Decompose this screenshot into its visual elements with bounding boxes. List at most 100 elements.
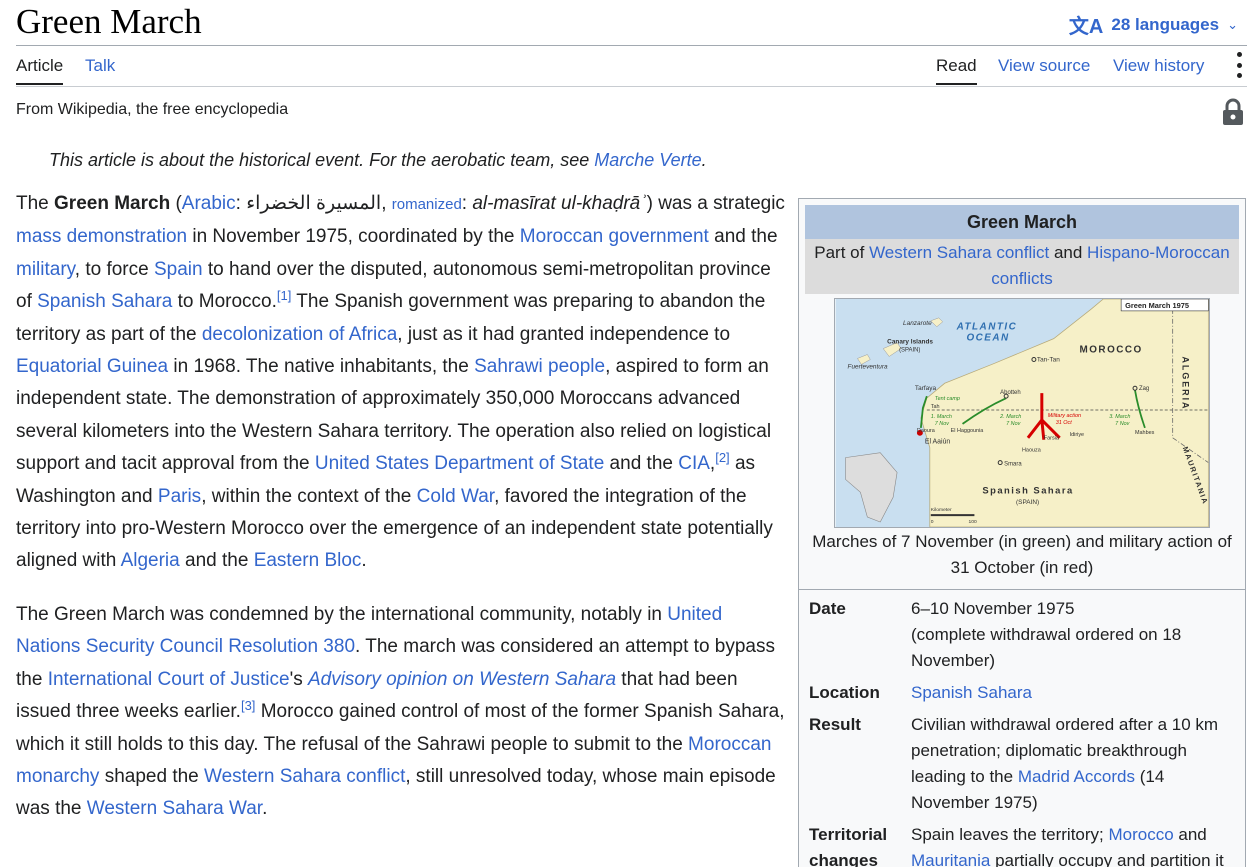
algeria-link[interactable]: Algeria xyxy=(121,550,180,571)
location-link[interactable]: Spanish Sahara xyxy=(911,683,1032,702)
western-sahara-war-link[interactable]: Western Sahara War xyxy=(87,798,262,819)
paragraph-1: The Green March (Arabic: المسيرة الخضراء… xyxy=(16,193,785,572)
marche-verte-link[interactable]: Marche Verte xyxy=(594,150,701,170)
map-haouza: Haouza xyxy=(1022,448,1042,454)
map-km-100: 100 xyxy=(968,519,976,525)
moroccan-government-link[interactable]: Moroccan government xyxy=(520,226,709,247)
map-tah: Tah xyxy=(931,404,940,410)
lock-icon[interactable] xyxy=(1222,98,1244,126)
mauritania-link[interactable]: Mauritania xyxy=(911,851,990,867)
map-idiriye: Idiriye xyxy=(1070,432,1085,438)
map-canary: Canary Islands xyxy=(887,339,933,346)
map-march3b: 7 Nov xyxy=(1115,421,1129,427)
article-body: The Green March (Arabic: المسيرة الخضراء… xyxy=(16,188,786,847)
more-menu-icon[interactable] xyxy=(1236,52,1242,78)
paris-link[interactable]: Paris xyxy=(158,486,201,507)
map-fuerteventura: Fuerteventura xyxy=(848,363,888,370)
ref-1[interactable]: [1] xyxy=(277,288,291,303)
map-km: Kilometer xyxy=(931,507,952,513)
map-algeria: ALGERIA xyxy=(1181,356,1191,410)
advisory-opinion-link[interactable]: Advisory opinion on Western Sahara xyxy=(308,669,616,690)
map-ocean2: OCEAN xyxy=(966,333,1009,344)
tab-view-history[interactable]: View history xyxy=(1113,56,1204,83)
us-state-dept-link[interactable]: United States Department of State xyxy=(315,453,604,474)
morocco-link[interactable]: Morocco xyxy=(1108,825,1173,844)
decolonization-link[interactable]: decolonization of Africa xyxy=(202,324,397,345)
map-march2b: 7 Nov xyxy=(1006,421,1020,427)
date-value: 6–10 November 1975 xyxy=(911,599,1075,618)
mass-demonstration-link[interactable]: mass demonstration xyxy=(16,226,187,247)
translate-icon: 文A xyxy=(1068,16,1104,38)
cia-link[interactable]: CIA xyxy=(678,453,710,474)
map-elaaiun: El Aaiún xyxy=(925,439,951,446)
ref-2[interactable]: [2] xyxy=(715,450,729,465)
madrid-accords-link[interactable]: Madrid Accords xyxy=(1018,767,1135,786)
cold-war-link[interactable]: Cold War xyxy=(417,486,494,507)
date-note: (complete withdrawal ordered on 18 Novem… xyxy=(911,625,1182,670)
map-march1a: 1. March xyxy=(931,414,952,420)
territorial-row: Territorial changes Spain leaves the ter… xyxy=(799,822,1245,867)
map-tantan: Tan-Tan xyxy=(1037,356,1060,363)
map-march2a: 2. March xyxy=(999,414,1021,420)
map-sahara-spain: (SPAIN) xyxy=(1016,499,1039,506)
map-march3a: 3. March xyxy=(1109,414,1130,420)
language-count: 28 languages xyxy=(1111,14,1220,34)
tab-read[interactable]: Read xyxy=(936,56,977,85)
location-row: Location Spanish Sahara xyxy=(799,680,1245,712)
map-farsia: Farsia xyxy=(1044,436,1060,442)
spanish-sahara-link[interactable]: Spanish Sahara xyxy=(37,291,172,312)
location-label: Location xyxy=(809,683,880,702)
map-sahara: Spanish Sahara xyxy=(982,484,1073,495)
map-daoura: Daoura xyxy=(917,428,936,434)
map-abotteh: Abotteh xyxy=(1000,390,1020,396)
spain-link[interactable]: Spain xyxy=(154,259,203,280)
result-row: Result Civilian withdrawal ordered after… xyxy=(799,712,1245,822)
military-link[interactable]: military xyxy=(16,259,75,280)
tab-view-source[interactable]: View source xyxy=(998,56,1090,83)
map-smara: Smara xyxy=(1004,462,1022,468)
romanized-link[interactable]: romanized xyxy=(392,196,462,213)
sahrawi-people-link[interactable]: Sahrawi people xyxy=(474,356,605,377)
eastern-bloc-link[interactable]: Eastern Bloc xyxy=(254,550,362,571)
page-title: Green March xyxy=(16,2,202,41)
ws-conflict-link[interactable]: Western Sahara conflict xyxy=(869,243,1049,262)
date-label: Date xyxy=(809,599,846,618)
map-canary-spain: (SPAIN) xyxy=(899,348,920,354)
infobox-title: Green March xyxy=(805,205,1239,239)
result-label: Result xyxy=(809,715,861,734)
chevron-down-icon: ⌄ xyxy=(1227,16,1238,32)
infobox-part-of: Part of Western Sahara conflict and Hisp… xyxy=(805,239,1239,294)
map-mahbes: Mahbes xyxy=(1135,430,1155,436)
equatorial-guinea-link[interactable]: Equatorial Guinea xyxy=(16,356,168,377)
tab-article[interactable]: Article xyxy=(16,56,64,85)
territorial-label: Territorial changes xyxy=(809,825,888,867)
map-title: Green March 1975 xyxy=(1125,301,1189,310)
map-military-date: 31 Oct xyxy=(1056,420,1073,426)
green-march-map[interactable]: Green March 1975 ATLANTIC OCEAN MOROCCO … xyxy=(834,298,1210,528)
western-sahara-conflict-link[interactable]: Western Sahara conflict xyxy=(204,766,405,787)
map-morocco: MOROCCO xyxy=(1079,345,1142,356)
tagline: From Wikipedia, the free encyclopedia xyxy=(16,101,289,118)
map-lanzarote: Lanzarote xyxy=(903,320,932,327)
ref-3[interactable]: [3] xyxy=(241,698,255,713)
title-divider xyxy=(16,45,1247,46)
hatnote: This article is about the historical eve… xyxy=(49,150,707,170)
map-caption: Marches of 7 November (in green) and mil… xyxy=(812,532,1232,577)
icj-link[interactable]: International Court of Justice xyxy=(48,669,290,690)
map-elhagounia: El Haggounia xyxy=(951,428,985,434)
map-km-0: 0 xyxy=(931,519,934,525)
map-zag: Zag xyxy=(1139,386,1149,392)
date-row: Date 6–10 November 1975 (complete withdra… xyxy=(799,596,1245,680)
map-tent: Tent camp xyxy=(935,396,960,402)
map-military: Military action xyxy=(1048,413,1081,419)
map-march1b: 7 Nov xyxy=(935,421,949,427)
tabs-divider xyxy=(16,86,1247,87)
language-selector[interactable]: 文A 28 languages ⌄ xyxy=(1069,10,1238,39)
map-ocean1: ATLANTIC xyxy=(956,322,1018,333)
tab-talk[interactable]: Talk xyxy=(85,56,115,83)
infobox: Green March Part of Western Sahara confl… xyxy=(798,198,1246,867)
paragraph-2: The Green March was condemned by the int… xyxy=(16,603,785,820)
infobox-rows: Date 6–10 November 1975 (complete withdra… xyxy=(799,589,1245,867)
arabic-link[interactable]: Arabic xyxy=(182,193,236,214)
map-tarfaya: Tarfaya xyxy=(915,385,937,392)
